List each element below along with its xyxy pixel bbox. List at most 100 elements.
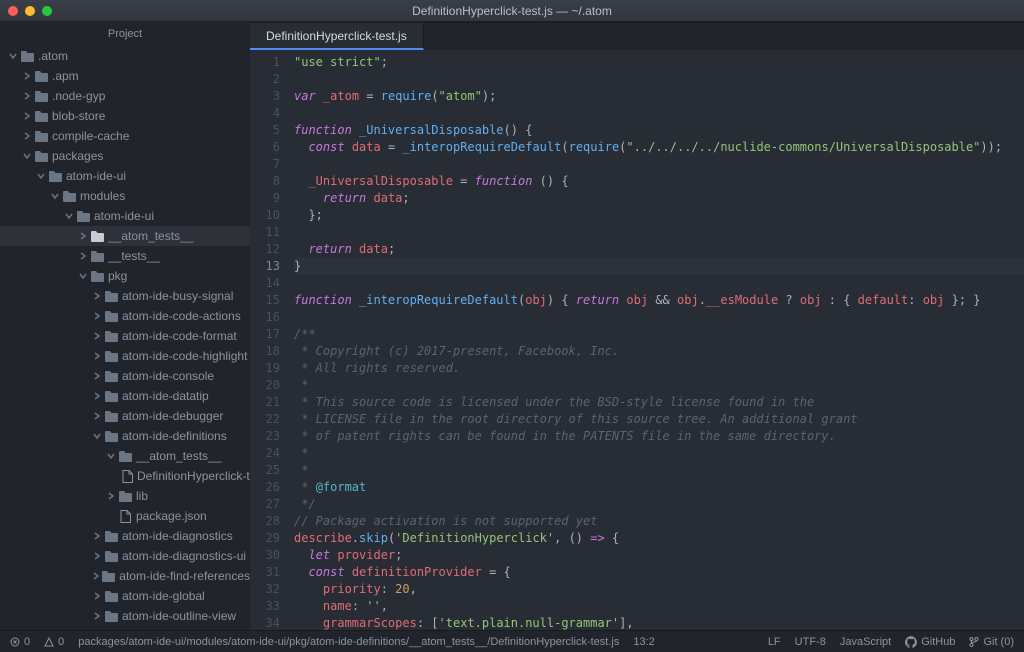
- file-tree[interactable]: .atom.apm.node-gypblob-storecompile-cach…: [0, 46, 250, 630]
- tree-item[interactable]: atom-ide-debugger: [0, 406, 250, 426]
- code-line[interactable]: };: [294, 207, 1024, 224]
- status-warnings[interactable]: 0: [44, 636, 64, 648]
- tree-item[interactable]: compile-cache: [0, 126, 250, 146]
- code-content[interactable]: "use strict"; var _atom = require("atom"…: [290, 50, 1024, 630]
- chevron-right-icon[interactable]: [92, 372, 102, 380]
- chevron-right-icon[interactable]: [22, 132, 32, 140]
- chevron-right-icon[interactable]: [92, 332, 102, 340]
- code-line[interactable]: *: [294, 462, 1024, 479]
- chevron-right-icon[interactable]: [22, 112, 32, 120]
- status-git[interactable]: Git (0): [969, 636, 1014, 648]
- tree-item[interactable]: __atom_tests__: [0, 446, 250, 466]
- tree-item[interactable]: atom-ide-diagnostics-ui: [0, 546, 250, 566]
- status-github[interactable]: GitHub: [905, 636, 955, 648]
- chevron-right-icon[interactable]: [78, 232, 88, 240]
- chevron-right-icon[interactable]: [92, 352, 102, 360]
- tree-item[interactable]: atom-ide-diagnostics: [0, 526, 250, 546]
- code-line[interactable]: * All rights reserved.: [294, 360, 1024, 377]
- code-line[interactable]: [294, 309, 1024, 326]
- tree-item[interactable]: atom-ide-code-format: [0, 326, 250, 346]
- code-line[interactable]: *: [294, 445, 1024, 462]
- chevron-down-icon[interactable]: [92, 432, 102, 440]
- tree-item[interactable]: atom-ide-find-references: [0, 566, 250, 586]
- code-line[interactable]: _UniversalDisposable = function () {: [294, 173, 1024, 190]
- chevron-right-icon[interactable]: [92, 532, 102, 540]
- chevron-right-icon[interactable]: [92, 312, 102, 320]
- code-line[interactable]: // Package activation is not supported y…: [294, 513, 1024, 530]
- tree-item[interactable]: atom-ide-datatip: [0, 386, 250, 406]
- code-line[interactable]: *: [294, 377, 1024, 394]
- code-line[interactable]: let provider;: [294, 547, 1024, 564]
- tree-item[interactable]: pkg: [0, 266, 250, 286]
- code-line[interactable]: describe.skip('DefinitionHyperclick', ()…: [294, 530, 1024, 547]
- tree-item[interactable]: atom-ide-ui: [0, 206, 250, 226]
- tree-item[interactable]: .atom: [0, 46, 250, 66]
- tree-item[interactable]: atom-ide-definitions: [0, 426, 250, 446]
- code-line[interactable]: * This source code is licensed under the…: [294, 394, 1024, 411]
- code-line[interactable]: return data;: [294, 190, 1024, 207]
- chevron-right-icon[interactable]: [106, 492, 116, 500]
- code-line[interactable]: name: '',: [294, 598, 1024, 615]
- code-line[interactable]: const data = _interopRequireDefault(requ…: [294, 139, 1024, 156]
- chevron-down-icon[interactable]: [22, 152, 32, 160]
- code-line[interactable]: }: [294, 258, 1024, 275]
- tree-item[interactable]: __atom_tests__: [0, 226, 250, 246]
- code-line[interactable]: [294, 105, 1024, 122]
- code-line[interactable]: * Copyright (c) 2017-present, Facebook, …: [294, 343, 1024, 360]
- tree-item[interactable]: package.json: [0, 506, 250, 526]
- chevron-right-icon[interactable]: [92, 592, 102, 600]
- tree-item[interactable]: atom-ide-busy-signal: [0, 286, 250, 306]
- chevron-right-icon[interactable]: [92, 572, 100, 580]
- code-line[interactable]: priority: 20,: [294, 581, 1024, 598]
- code-line[interactable]: [294, 275, 1024, 292]
- code-line[interactable]: * @format: [294, 479, 1024, 496]
- code-line[interactable]: grammarScopes: ['text.plain.null-grammar…: [294, 615, 1024, 630]
- chevron-down-icon[interactable]: [50, 192, 60, 200]
- chevron-down-icon[interactable]: [106, 452, 116, 460]
- tree-item[interactable]: atom-ide-code-highlight: [0, 346, 250, 366]
- status-path[interactable]: packages/atom-ide-ui/modules/atom-ide-ui…: [78, 636, 619, 648]
- chevron-right-icon[interactable]: [22, 92, 32, 100]
- code-line[interactable]: "use strict";: [294, 54, 1024, 71]
- tree-item[interactable]: atom-ide-outline-view: [0, 606, 250, 626]
- chevron-right-icon[interactable]: [22, 72, 32, 80]
- chevron-right-icon[interactable]: [92, 392, 102, 400]
- tree-item[interactable]: atom-ide-ui: [0, 166, 250, 186]
- tab-file[interactable]: DefinitionHyperclick-test.js: [250, 23, 424, 50]
- tree-item[interactable]: modules: [0, 186, 250, 206]
- status-grammar[interactable]: JavaScript: [840, 636, 891, 648]
- chevron-right-icon[interactable]: [92, 412, 102, 420]
- code-line[interactable]: [294, 224, 1024, 241]
- code-editor[interactable]: 1234567891011121314151617181920212223242…: [250, 50, 1024, 630]
- tree-item[interactable]: .apm: [0, 66, 250, 86]
- code-line[interactable]: /**: [294, 326, 1024, 343]
- chevron-down-icon[interactable]: [36, 172, 46, 180]
- chevron-right-icon[interactable]: [92, 612, 102, 620]
- chevron-down-icon[interactable]: [8, 52, 18, 60]
- tree-item[interactable]: __tests__: [0, 246, 250, 266]
- tree-item[interactable]: atom-ide-global: [0, 586, 250, 606]
- status-errors[interactable]: 0: [10, 636, 30, 648]
- code-line[interactable]: var _atom = require("atom");: [294, 88, 1024, 105]
- tree-item[interactable]: DefinitionHyperclick-te: [0, 466, 250, 486]
- code-line[interactable]: function _interopRequireDefault(obj) { r…: [294, 292, 1024, 309]
- tree-item[interactable]: atom-ide-code-actions: [0, 306, 250, 326]
- code-line[interactable]: const definitionProvider = {: [294, 564, 1024, 581]
- tree-item[interactable]: atom-ide-console: [0, 366, 250, 386]
- status-cursor[interactable]: 13:2: [633, 636, 654, 648]
- code-line[interactable]: [294, 71, 1024, 88]
- chevron-right-icon[interactable]: [78, 252, 88, 260]
- tree-item[interactable]: blob-store: [0, 106, 250, 126]
- tree-item[interactable]: lib: [0, 486, 250, 506]
- code-line[interactable]: * of patent rights can be found in the P…: [294, 428, 1024, 445]
- chevron-right-icon[interactable]: [92, 292, 102, 300]
- code-line[interactable]: [294, 156, 1024, 173]
- code-line[interactable]: function _UniversalDisposable() {: [294, 122, 1024, 139]
- tree-item[interactable]: .node-gyp: [0, 86, 250, 106]
- status-eol[interactable]: LF: [768, 636, 781, 648]
- code-line[interactable]: * LICENSE file in the root directory of …: [294, 411, 1024, 428]
- tree-item[interactable]: atom-ide-refactor: [0, 626, 250, 630]
- chevron-down-icon[interactable]: [78, 272, 88, 280]
- chevron-down-icon[interactable]: [64, 212, 74, 220]
- code-line[interactable]: return data;: [294, 241, 1024, 258]
